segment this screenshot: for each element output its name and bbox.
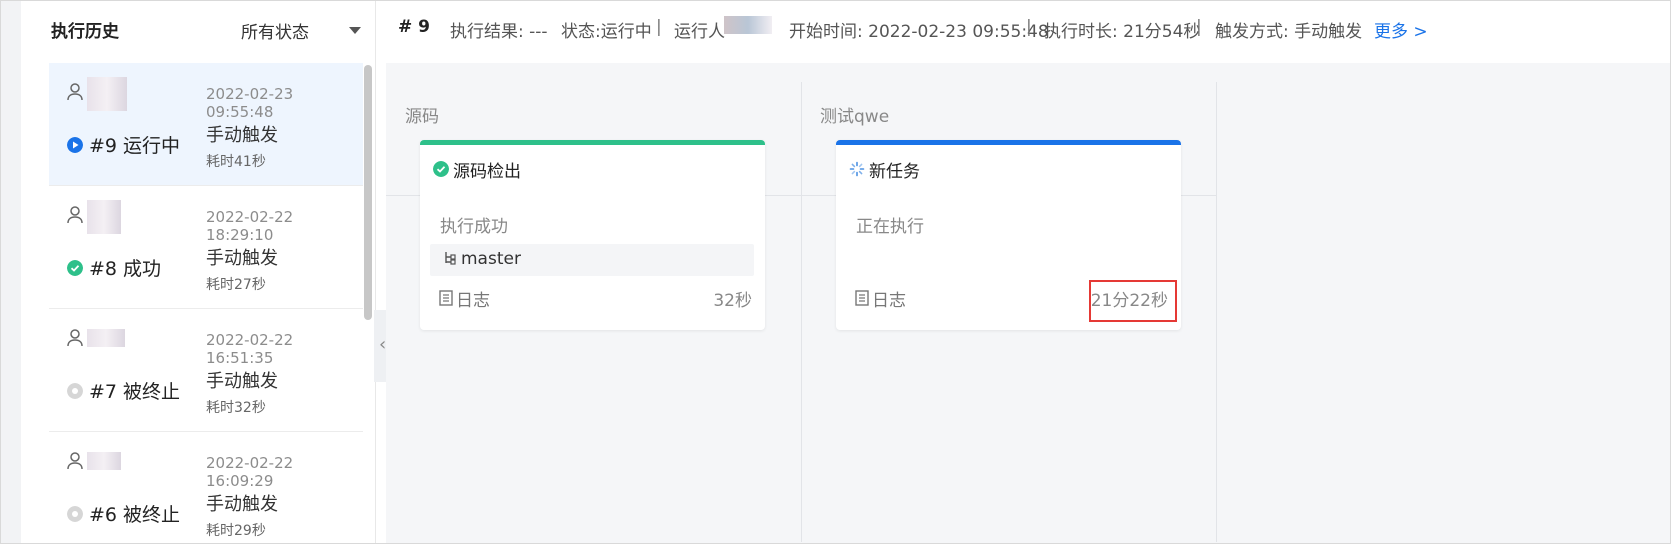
job-title: 新任务 [869, 162, 920, 182]
trigger-method: 触发方式: 手动触发 [1215, 22, 1363, 42]
run-duration: 耗时29秒 [206, 523, 266, 539]
more-link[interactable]: 更多 > [1374, 17, 1428, 42]
run-state: 状态:运行中 [561, 22, 652, 42]
stage-title-source: 源码 [405, 107, 439, 127]
run-item-7[interactable]: 2022-02-22 16:51:35 #7 被终止 手动触发 耗时32秒 [49, 309, 363, 432]
log-link[interactable]: 日志 [872, 286, 906, 311]
run-time: 2022-02-22 18:29:10 [206, 208, 294, 244]
run-item-6[interactable]: 2022-02-22 16:09:29 #6 被终止 手动触发 耗时29秒 [49, 432, 363, 554]
log-document-icon[interactable] [439, 290, 453, 306]
check-circle-icon [67, 260, 83, 276]
run-trigger: 手动触发 [206, 125, 278, 146]
branch-name: master [461, 249, 521, 269]
run-number: # 9 [398, 17, 430, 37]
left-gutter [1, 1, 21, 543]
run-item-8[interactable]: 2022-02-22 18:29:10 #8 成功 手动触发 耗时27秒 [49, 186, 363, 309]
execution-duration: 执行时长: 21分54秒 [1044, 22, 1201, 42]
log-link[interactable]: 日志 [456, 286, 490, 311]
run-label: #9 运行中 [89, 135, 181, 157]
job-status: 正在执行 [856, 217, 924, 237]
run-label: #6 被终止 [89, 504, 181, 526]
duration-highlight-box [1089, 280, 1177, 322]
start-time: 开始时间: 2022-02-23 09:55:48 [789, 22, 1049, 42]
run-time: 2022-02-22 16:51:35 [206, 331, 294, 367]
runner-avatar-blurred [87, 452, 121, 470]
run-history-list: 2022-02-23 09:55:48 #9 运行中 手动触发 耗时41秒 20… [49, 63, 363, 554]
card-accent-bar [420, 140, 765, 145]
job-card-source-checkout[interactable]: 源码检出 执行成功 master 日志 32秒 [420, 140, 765, 330]
run-item-9[interactable]: 2022-02-23 09:55:48 #9 运行中 手动触发 耗时41秒 [49, 63, 363, 186]
user-icon [67, 452, 83, 470]
run-trigger: 手动触发 [206, 248, 278, 269]
run-duration: 耗时27秒 [206, 277, 266, 293]
job-card-new-task[interactable]: 新任务 正在执行 日志 21分22秒 [836, 140, 1181, 330]
run-time: 2022-02-22 16:09:29 [206, 454, 294, 490]
stop-circle-icon [67, 383, 83, 399]
run-label: #7 被终止 [89, 381, 181, 403]
check-circle-icon [433, 161, 449, 177]
header-separator: | [1196, 17, 1202, 37]
card-accent-bar [836, 140, 1181, 145]
branch-box: master [430, 244, 754, 276]
runner-label: 运行人 [674, 22, 725, 42]
header-separator: | [656, 17, 662, 37]
runner-avatar-blurred [87, 329, 125, 347]
run-duration: 耗时41秒 [206, 154, 266, 170]
status-filter-select[interactable]: 所有状态 [241, 18, 309, 43]
spinner-icon [849, 161, 865, 177]
header-separator: | [1026, 17, 1032, 37]
job-duration: 32秒 [713, 291, 752, 311]
stage-title-test: 测试qwe [820, 107, 890, 127]
log-document-icon[interactable] [855, 290, 869, 306]
play-circle-icon [67, 137, 83, 153]
stage-divider [801, 82, 802, 542]
stop-circle-icon [67, 506, 83, 522]
branch-icon [445, 252, 456, 265]
runner-name-blurred [724, 15, 772, 35]
runner-avatar-blurred [87, 200, 121, 234]
sidebar-scrollbar[interactable] [364, 65, 372, 320]
user-icon [67, 83, 83, 101]
job-status: 执行成功 [440, 217, 508, 237]
run-label: #8 成功 [89, 258, 162, 280]
runner-avatar-blurred [87, 77, 127, 111]
sidebar-title: 执行历史 [51, 22, 119, 42]
stage-divider [1216, 82, 1217, 542]
run-result: 执行结果: --- [450, 22, 548, 42]
user-icon [67, 206, 83, 224]
run-trigger: 手动触发 [206, 494, 278, 515]
run-time: 2022-02-23 09:55:48 [206, 85, 294, 121]
job-title: 源码检出 [453, 162, 521, 182]
chevron-down-icon[interactable] [349, 27, 361, 34]
user-icon [67, 329, 83, 347]
run-duration: 耗时32秒 [206, 400, 266, 416]
run-trigger: 手动触发 [206, 371, 278, 392]
run-detail-header: # 9 执行结果: --- 状态:运行中 | 运行人 开始时间: 2022-02… [396, 1, 1670, 63]
